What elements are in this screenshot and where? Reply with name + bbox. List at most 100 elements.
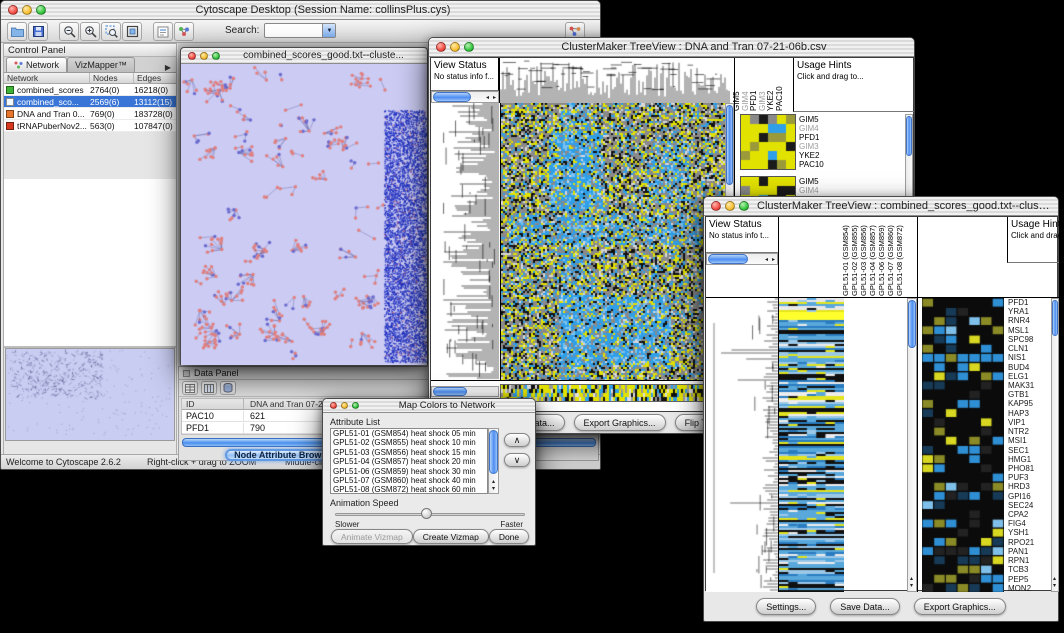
- tab-network[interactable]: Network: [6, 57, 67, 72]
- gene-label[interactable]: HMG1: [1008, 455, 1050, 464]
- row-dendrogram-canvas[interactable]: [706, 298, 778, 592]
- column-label[interactable]: GIM3: [758, 59, 767, 111]
- annotation-button[interactable]: [153, 22, 173, 41]
- scroll-right-icon[interactable]: ▸: [772, 257, 775, 263]
- gene-label[interactable]: PHO81: [1008, 464, 1050, 473]
- move-up-button[interactable]: ∧: [504, 433, 530, 447]
- network-canvas[interactable]: [181, 64, 427, 365]
- gene-label[interactable]: SPC98: [1008, 335, 1050, 344]
- gene-label[interactable]: HRD3: [1008, 482, 1050, 491]
- dialog-button[interactable]: Done: [489, 529, 529, 544]
- gene-label[interactable]: MAK31: [1008, 381, 1050, 390]
- attribute-item[interactable]: GPL51-01 (GSM854) heat shock 05 min: [331, 429, 487, 438]
- gene-label[interactable]: VIP1: [1008, 418, 1050, 427]
- network-list-row[interactable]: tRNAPuberNov2... 563(0) 107847(0): [4, 120, 176, 132]
- attribute-store-button[interactable]: [220, 381, 236, 395]
- attribute-item[interactable]: GPL51-03 (GSM856) heat shock 15 min: [331, 448, 487, 457]
- gene-label[interactable]: PAC10: [799, 160, 824, 169]
- scroll-up-icon[interactable]: ▴: [492, 479, 495, 485]
- attribute-item[interactable]: GPL51-06 (GSM859) heat shock 30 min: [331, 467, 487, 476]
- header-network[interactable]: Network: [4, 73, 90, 83]
- treeview-button[interactable]: Export Graphics...: [574, 414, 666, 431]
- list-scrollbar[interactable]: ▴ ▾: [488, 428, 499, 494]
- close-button[interactable]: [330, 402, 337, 409]
- attribute-item[interactable]: GPL51-04 (GSM857) heat shock 20 min: [331, 457, 487, 466]
- col-header-id[interactable]: ID: [182, 399, 244, 409]
- gene-label[interactable]: GIM3: [799, 142, 824, 151]
- header-nodes[interactable]: Nodes: [90, 73, 134, 83]
- network-overview-panel[interactable]: [5, 348, 175, 441]
- column-label[interactable]: GIM4: [741, 59, 750, 111]
- gene-label[interactable]: YKE2: [799, 151, 824, 160]
- close-button[interactable]: [8, 5, 18, 15]
- zoom-in-button[interactable]: [80, 22, 100, 41]
- treeview-button[interactable]: Export Graphics...: [914, 598, 1006, 615]
- treeview-button[interactable]: Save Data...: [830, 598, 900, 615]
- dendro-h-scrollbar[interactable]: ◂ ▸: [431, 91, 499, 103]
- network-view-titlebar[interactable]: combined_scores_good.txt--cluste...: [181, 48, 427, 64]
- gene-label[interactable]: GPI16: [1008, 492, 1050, 501]
- gene-label[interactable]: CLN1: [1008, 344, 1050, 353]
- gene-label[interactable]: FIG4: [1008, 519, 1050, 528]
- heatmap-canvas[interactable]: [779, 298, 844, 592]
- scroll-up-icon[interactable]: ▴: [1053, 576, 1056, 582]
- treeview1-titlebar[interactable]: ClusterMaker TreeView : DNA and Tran 07-…: [429, 38, 914, 57]
- minimize-button[interactable]: [725, 201, 735, 211]
- gene-label[interactable]: HAP3: [1008, 409, 1050, 418]
- move-down-button[interactable]: ∨: [504, 453, 530, 467]
- dialog-button[interactable]: Animate Vizmap: [331, 529, 413, 544]
- gene-label[interactable]: GIM5: [799, 115, 824, 124]
- treeview2-titlebar[interactable]: ClusterMaker TreeView : combined_scores_…: [704, 197, 1058, 216]
- row-dendrogram-canvas[interactable]: [431, 103, 499, 380]
- network-overview-canvas[interactable]: [6, 349, 174, 440]
- zoom-button[interactable]: [464, 42, 474, 52]
- dendro-h-scrollbar[interactable]: ◂ ▸: [706, 253, 778, 265]
- zoom-out-button[interactable]: [59, 22, 79, 41]
- scroll-up-icon[interactable]: ▴: [910, 576, 913, 582]
- scroll-left-icon[interactable]: ◂: [486, 95, 489, 101]
- scrollbar-thumb[interactable]: [906, 116, 912, 156]
- network-list-row[interactable]: combined_scores 2764(0) 16218(0): [4, 84, 176, 96]
- main-titlebar[interactable]: Cytoscape Desktop (Session Name: collins…: [1, 1, 600, 20]
- gene-label[interactable]: PFD1: [799, 133, 824, 142]
- gene-label[interactable]: YSH1: [1008, 528, 1050, 537]
- gene-label[interactable]: MSL1: [1008, 326, 1050, 335]
- column-label[interactable]: PAC10: [775, 59, 784, 111]
- attribute-item[interactable]: GPL51-07 (GSM860) heat shock 40 min: [331, 476, 487, 485]
- scrollbar-thumb[interactable]: [1052, 300, 1058, 336]
- minimize-button[interactable]: [200, 52, 208, 60]
- gene-label[interactable]: YRA1: [1008, 307, 1050, 316]
- close-button[interactable]: [436, 42, 446, 52]
- gene-label[interactable]: BUD4: [1008, 363, 1050, 372]
- gene-label[interactable]: PEP5: [1008, 575, 1050, 584]
- column-label[interactable]: PFD1: [749, 59, 758, 111]
- scroll-left-icon[interactable]: ◂: [765, 257, 768, 263]
- gene-label[interactable]: MON2: [1008, 584, 1050, 592]
- gene-label[interactable]: GTB1: [1008, 390, 1050, 399]
- tab-overflow-arrow[interactable]: ▶: [160, 63, 176, 72]
- gene-label[interactable]: PFD1: [1008, 298, 1050, 307]
- close-button[interactable]: [711, 201, 721, 211]
- save-session-button[interactable]: [28, 22, 48, 41]
- column-label[interactable]: GPL51-04 (GSM857): [868, 218, 877, 296]
- gene-label[interactable]: SEC1: [1008, 446, 1050, 455]
- gene-label[interactable]: NTR2: [1008, 427, 1050, 436]
- search-combobox[interactable]: ▼: [264, 23, 336, 38]
- scrollbar-thumb[interactable]: [433, 92, 471, 102]
- gene-list-scrollbar[interactable]: ▴ ▾: [1051, 298, 1059, 592]
- gene-label[interactable]: PUF3: [1008, 473, 1050, 482]
- gene-label[interactable]: RPN1: [1008, 556, 1050, 565]
- zoom-button[interactable]: [212, 52, 220, 60]
- gene-label[interactable]: GIM4: [799, 124, 824, 133]
- search-dropdown-icon[interactable]: ▼: [322, 24, 335, 37]
- gene-label[interactable]: RNR4: [1008, 316, 1050, 325]
- heatmap-canvas[interactable]: [500, 103, 725, 380]
- panel-float-icon[interactable]: [183, 370, 190, 377]
- column-label[interactable]: YKE2: [766, 59, 775, 111]
- gene-label[interactable]: MSI1: [1008, 436, 1050, 445]
- zoom-selected-button[interactable]: [101, 22, 121, 41]
- gene-label[interactable]: PAN1: [1008, 547, 1050, 556]
- gene-label[interactable]: GIM4: [799, 186, 824, 195]
- column-label[interactable]: GPL51-02 (GSM855): [850, 218, 859, 296]
- zoom-button[interactable]: [36, 5, 46, 15]
